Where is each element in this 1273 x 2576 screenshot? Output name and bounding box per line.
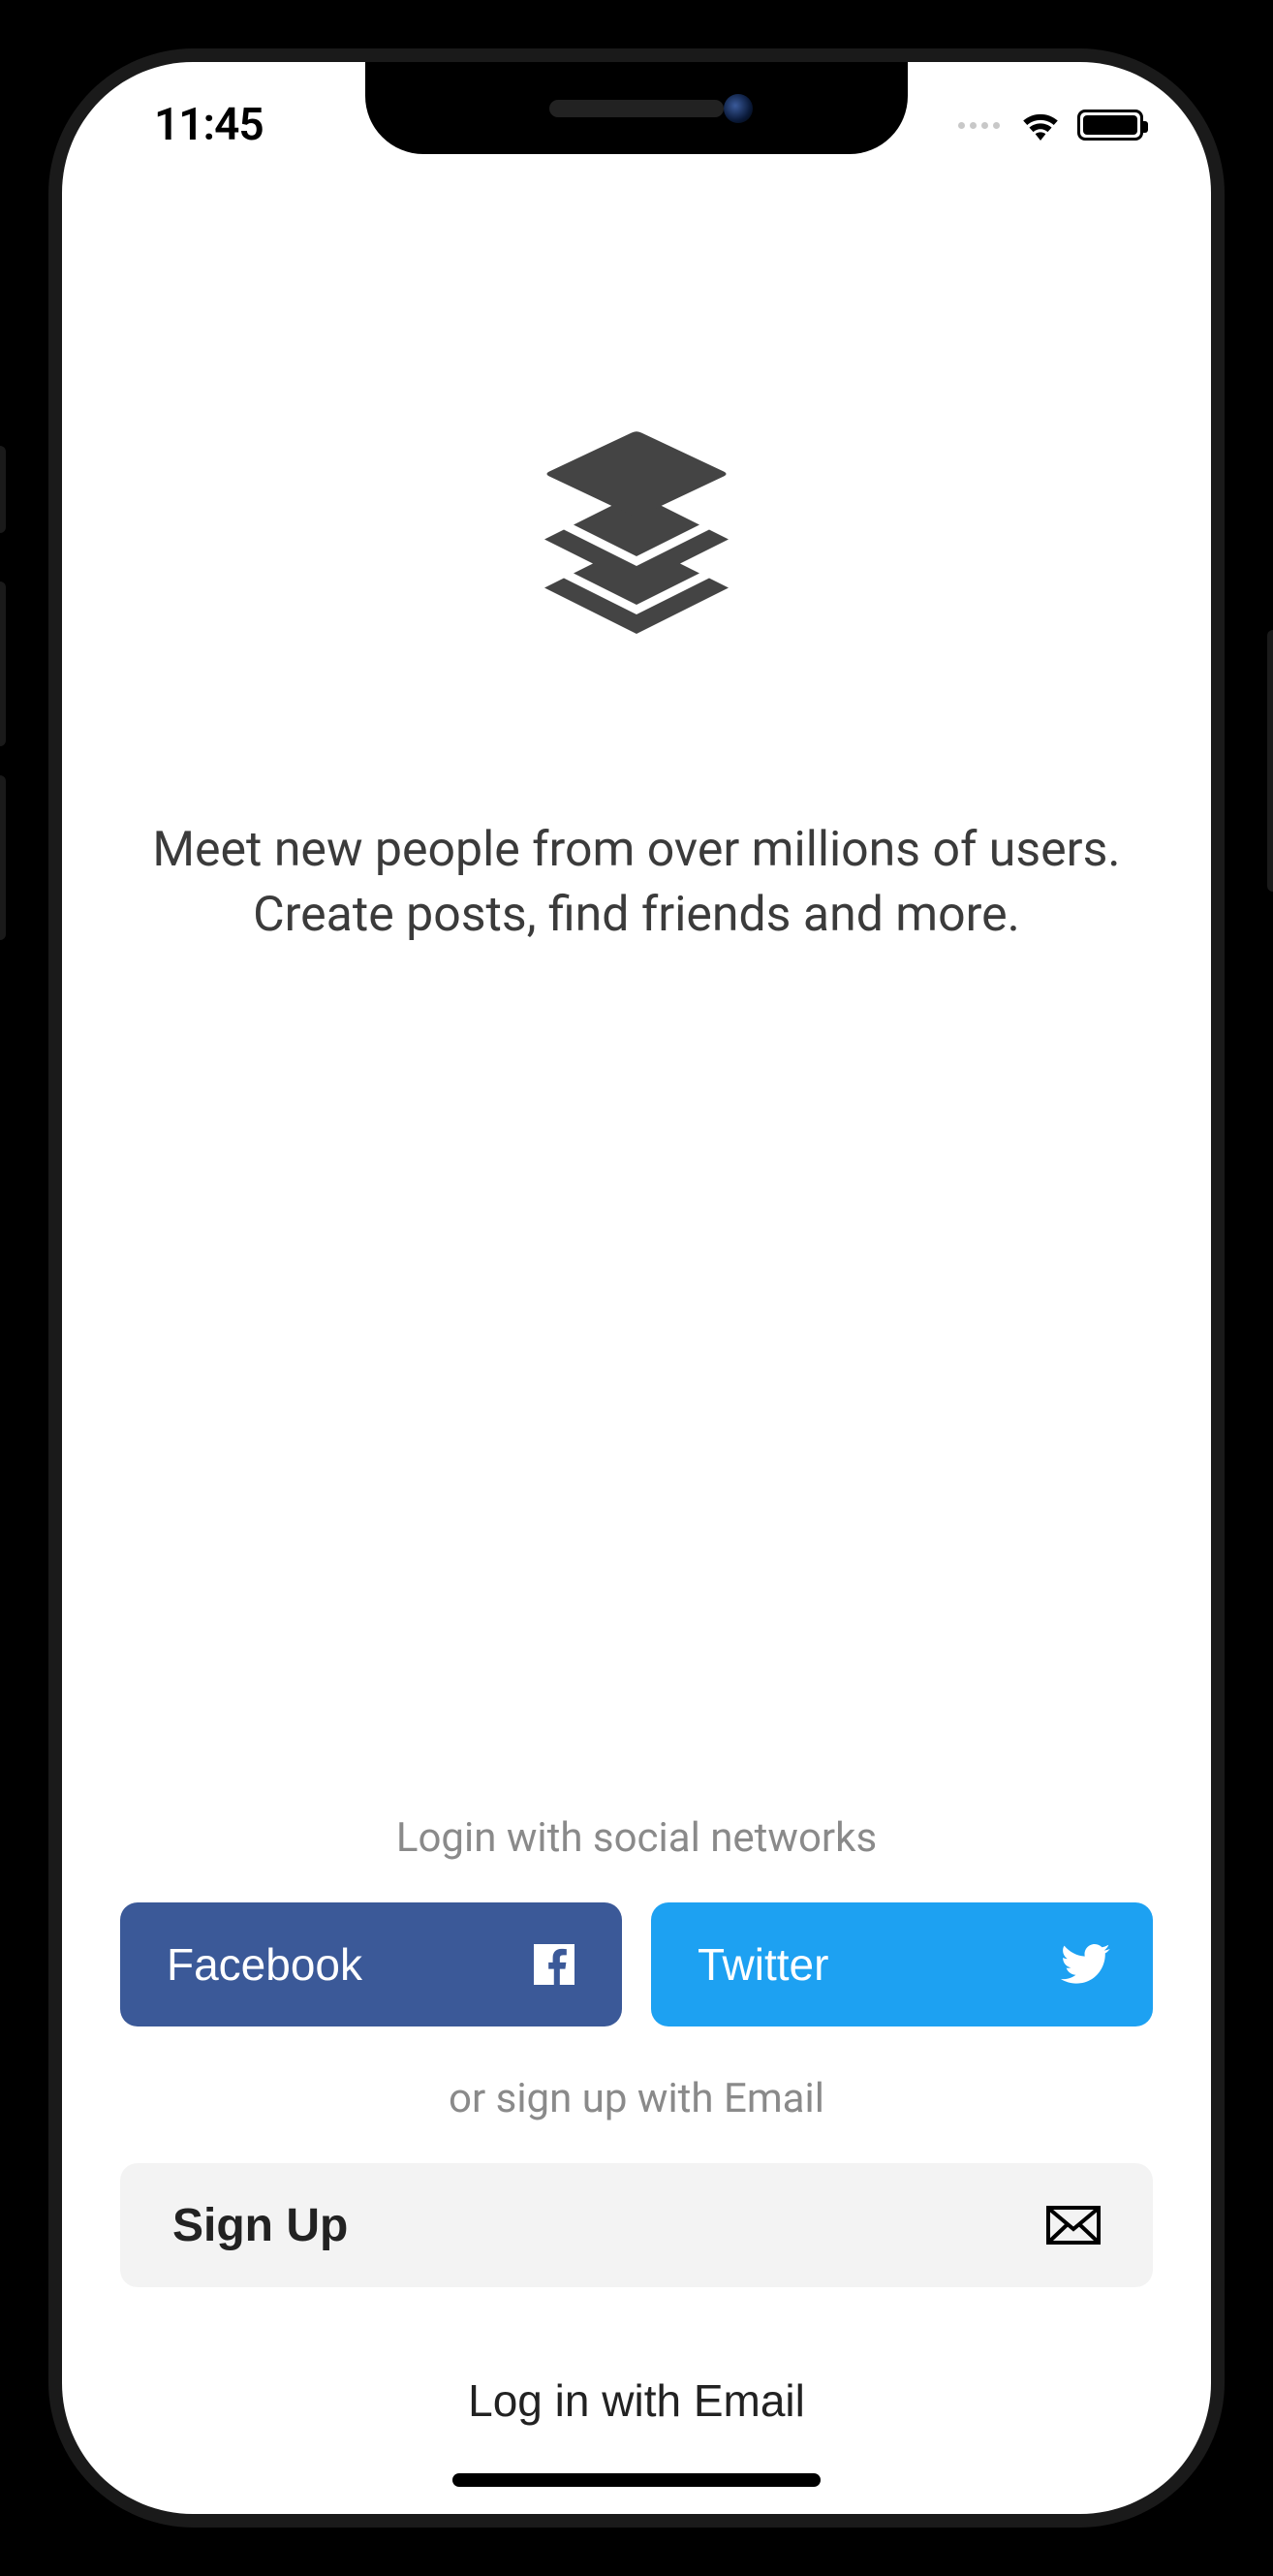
envelope-icon <box>1046 2205 1101 2246</box>
onboarding-tagline: Meet new people from over millions of us… <box>120 818 1153 948</box>
device-notch <box>365 62 908 154</box>
cellular-dots-icon <box>958 122 1000 129</box>
device-speaker <box>549 100 724 117</box>
facebook-login-button[interactable]: Facebook <box>120 1902 622 2026</box>
home-indicator[interactable] <box>452 2473 821 2487</box>
email-signup-prompt: or sign up with Email <box>120 2075 1153 2122</box>
signup-button-label: Sign Up <box>172 2199 348 2252</box>
device-mute-switch <box>0 446 6 533</box>
device-volume-up <box>0 581 6 746</box>
login-email-link[interactable]: Log in with Email <box>120 2355 1153 2514</box>
screen: 11:45 <box>62 62 1211 2514</box>
device-camera <box>724 94 753 123</box>
app-logo-wrap <box>120 411 1153 653</box>
content-area: Meet new people from over millions of us… <box>62 188 1211 2514</box>
signup-email-button[interactable]: Sign Up <box>120 2163 1153 2287</box>
layers-icon <box>515 411 758 653</box>
status-indicators <box>958 110 1143 141</box>
device-volume-down <box>0 775 6 940</box>
social-login-prompt: Login with social networks <box>120 1814 1153 1862</box>
device-power-button <box>1267 630 1273 892</box>
facebook-button-label: Facebook <box>167 1938 362 1991</box>
facebook-icon <box>527 1937 581 1992</box>
device-frame: 11:45 <box>0 0 1273 2576</box>
twitter-login-button[interactable]: Twitter <box>651 1902 1153 2026</box>
wifi-icon <box>1019 110 1062 141</box>
twitter-button-label: Twitter <box>698 1938 828 1991</box>
device-inner: 11:45 <box>48 48 1225 2528</box>
battery-icon <box>1077 110 1143 141</box>
twitter-icon <box>1058 1937 1112 1992</box>
status-time: 11:45 <box>154 99 264 151</box>
social-buttons-row: Facebook Twitter <box>120 1902 1153 2026</box>
